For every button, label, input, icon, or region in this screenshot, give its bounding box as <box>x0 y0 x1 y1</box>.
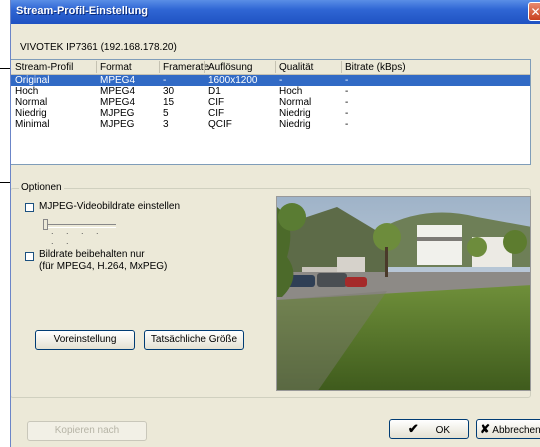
defaults-button[interactable]: Voreinstellung <box>35 330 135 350</box>
table-cell: Niedrig <box>279 119 311 130</box>
table-cell: D1 <box>208 86 221 97</box>
stream-profile-dialog: Stream-Profil-Einstellung ✕ VIVOTEK IP73… <box>10 0 540 447</box>
video-preview <box>276 196 531 391</box>
window-title: Stream-Profil-Einstellung <box>16 5 149 17</box>
table-cell: - <box>279 75 283 86</box>
column-header-framerate[interactable]: Framerate <box>163 62 209 73</box>
table-cell: Niedrig <box>15 108 47 119</box>
table-cell: 30 <box>163 86 175 97</box>
cancel-label: Abbrechen <box>492 425 540 436</box>
column-header-bitrate[interactable]: Bitrate (kBps) <box>345 62 406 73</box>
column-header-resolution[interactable]: Auflösung <box>208 62 252 73</box>
keep-bitrate-label[interactable]: Bildrate beibehalten nur <box>39 249 145 261</box>
table-cell: - <box>345 86 349 97</box>
table-cell: - <box>345 108 349 119</box>
ok-label: OK <box>435 425 451 436</box>
column-header-profile[interactable]: Stream-Profil <box>15 62 73 73</box>
table-cell: Hoch <box>279 86 303 97</box>
title-bar[interactable]: Stream-Profil-Einstellung ✕ <box>11 0 540 24</box>
table-cell: - <box>163 75 167 86</box>
column-separator[interactable] <box>96 61 97 73</box>
stream-profile-table[interactable]: Stream-Profil Format Framerate Auflösung… <box>11 59 531 165</box>
table-cell: - <box>345 75 349 86</box>
table-cell: 15 <box>163 97 175 108</box>
close-icon: ✕ <box>530 5 540 19</box>
column-separator[interactable] <box>204 61 205 73</box>
table-row[interactable]: Hoch MPEG4 30 D1 Hoch - <box>11 86 530 97</box>
mjpeg-framerate-slider[interactable]: . . . . . . <box>43 219 118 246</box>
table-cell: Niedrig <box>279 108 311 119</box>
actual-size-button[interactable]: Tatsächliche Größe <box>144 330 244 350</box>
mjpeg-framerate-checkbox[interactable] <box>25 203 34 212</box>
table-cell: 5 <box>163 108 169 119</box>
cross-icon: ✘ <box>480 422 491 436</box>
table-header: Stream-Profil Format Framerate Auflösung… <box>11 60 530 75</box>
slider-ticks: . . . . . . <box>51 226 104 246</box>
keep-bitrate-sublabel: (für MPEG4, H.264, MxPEG) <box>39 261 168 272</box>
table-row[interactable]: Minimal MJPEG 3 QCIF Niedrig - <box>11 119 530 130</box>
table-cell: MPEG4 <box>100 75 136 86</box>
device-label: VIVOTEK IP7361 (192.168.178.20) <box>20 42 177 53</box>
preview-image <box>277 197 530 390</box>
table-cell: Hoch <box>15 86 39 97</box>
close-button[interactable]: ✕ <box>528 2 540 21</box>
mjpeg-framerate-label[interactable]: MJPEG-Videobildrate einstellen <box>39 201 180 213</box>
options-group-label: Optionen <box>19 182 64 193</box>
table-cell: QCIF <box>208 119 232 130</box>
column-separator[interactable] <box>341 61 342 73</box>
slider-thumb[interactable] <box>43 219 48 230</box>
table-cell: CIF <box>208 97 225 108</box>
table-cell: - <box>345 119 349 130</box>
table-cell: Normal <box>15 97 48 108</box>
column-header-format[interactable]: Format <box>100 62 132 73</box>
checkmark-icon: ✔ <box>407 421 419 436</box>
ok-button[interactable]: ✔ OK <box>389 419 469 439</box>
table-cell: CIF <box>208 108 225 119</box>
table-cell: Normal <box>279 97 312 108</box>
table-cell: 3 <box>163 119 169 130</box>
cancel-button[interactable]: ✘ Abbrechen <box>476 419 540 439</box>
table-cell: Original <box>15 75 50 86</box>
keep-bitrate-checkbox[interactable] <box>25 252 34 261</box>
table-cell: MPEG4 <box>100 97 136 108</box>
table-cell: MJPEG <box>100 119 135 130</box>
copy-to-button[interactable]: Kopieren nach <box>27 421 147 441</box>
column-separator[interactable] <box>275 61 276 73</box>
table-cell: - <box>345 97 349 108</box>
table-row[interactable]: Original MPEG4 - 1600x1200 - - <box>11 75 530 86</box>
table-cell: MPEG4 <box>100 86 136 97</box>
table-row[interactable]: Niedrig MJPEG 5 CIF Niedrig - <box>11 108 530 119</box>
table-cell: 1600x1200 <box>208 75 258 86</box>
column-separator[interactable] <box>159 61 160 73</box>
table-cell: MJPEG <box>100 108 135 119</box>
table-row[interactable]: Normal MPEG4 15 CIF Normal - <box>11 97 530 108</box>
column-header-quality[interactable]: Qualität <box>279 62 313 73</box>
table-cell: Minimal <box>15 119 50 130</box>
